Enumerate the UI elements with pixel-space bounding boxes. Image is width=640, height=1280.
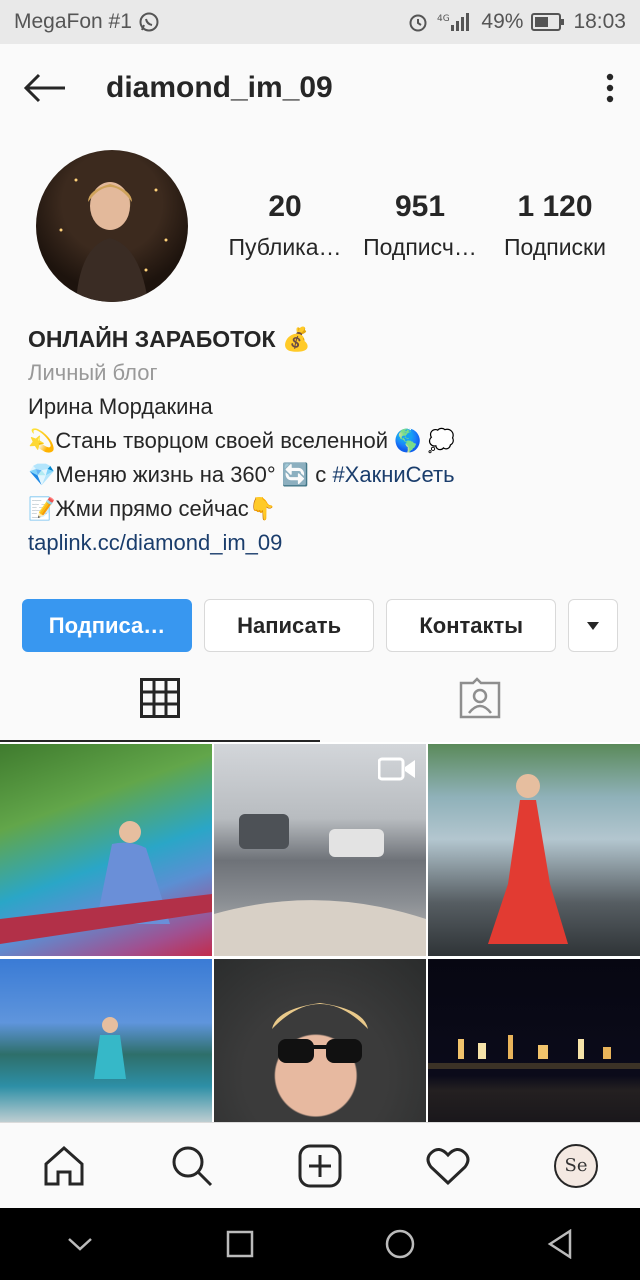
- battery-icon: [531, 12, 565, 32]
- bio-name: Ирина Мордакина: [28, 394, 213, 419]
- back-button[interactable]: [0, 44, 90, 132]
- grid-icon: [140, 678, 180, 718]
- bio-hashtag[interactable]: #ХакниСеть: [332, 462, 454, 487]
- posts-grid: [0, 744, 640, 1171]
- home-icon: [44, 1145, 84, 1185]
- followers-label: Подписч…: [363, 234, 477, 260]
- bio-line-1: 💫Стань творцом своей вселенной 🌎 💭: [28, 428, 456, 453]
- signal-icon: 4G: [437, 11, 473, 33]
- clock: 18:03: [573, 10, 626, 33]
- bio-line-2: 💎Меняю жизнь на 360° 🔄 с #ХакниСеть: [28, 458, 618, 492]
- posts-count: 20: [268, 190, 302, 223]
- post-thumbnail[interactable]: [428, 744, 640, 956]
- follow-button[interactable]: Подписа…: [22, 599, 193, 652]
- bio-category: Личный блог: [28, 360, 158, 385]
- back-arrow-icon: [23, 73, 65, 103]
- bio-website-link[interactable]: taplink.cc/diamond_im_09: [28, 526, 618, 560]
- view-tabs: [0, 654, 640, 742]
- post-thumbnail[interactable]: [0, 744, 212, 956]
- tab-tagged[interactable]: [320, 654, 640, 742]
- bio-line-2-text: 💎Меняю жизнь на 360° 🔄 с: [28, 462, 333, 487]
- nav-activity[interactable]: [398, 1123, 498, 1209]
- bio-title: ОНЛАЙН ЗАРАБОТОК 💰: [28, 326, 311, 352]
- posts-label: Публика…: [228, 234, 342, 260]
- circle-icon: [385, 1229, 415, 1259]
- svg-text:4G: 4G: [437, 14, 450, 24]
- whatsapp-icon: [138, 11, 160, 33]
- system-recents-button[interactable]: [190, 1208, 290, 1280]
- following-stat[interactable]: 1 120 Подписки: [490, 190, 620, 261]
- alarm-icon: [407, 11, 429, 33]
- status-bar: MegaFon #1 4G 49% 18:03: [0, 0, 640, 44]
- more-vertical-icon: [606, 73, 614, 103]
- nav-profile[interactable]: Se: [526, 1123, 626, 1209]
- profile-stats: 20 Публика… 951 Подписч… 1 120 Подписки: [220, 190, 620, 261]
- profile-avatar[interactable]: [36, 150, 188, 302]
- system-back-button[interactable]: [510, 1208, 610, 1280]
- bottom-navigation: Se: [0, 1122, 640, 1208]
- heart-icon: [426, 1147, 470, 1185]
- following-count: 1 120: [517, 190, 593, 223]
- profile-actions: Подписа… Написать Контакты: [22, 599, 618, 652]
- nav-new-post[interactable]: [270, 1123, 370, 1209]
- caret-down-icon: [587, 621, 600, 630]
- battery-percent: 49%: [481, 10, 524, 33]
- followers-count: 951: [394, 190, 446, 223]
- triangle-back-icon: [547, 1229, 572, 1259]
- posts-stat[interactable]: 20 Публика…: [220, 190, 350, 261]
- bio-line-3: 📝Жми прямо сейчас👇: [28, 496, 277, 521]
- add-post-icon: [298, 1144, 342, 1187]
- profile-bio: ОНЛАЙН ЗАРАБОТОК 💰 Личный блог Ирина Мор…: [28, 322, 618, 560]
- video-icon: [377, 756, 416, 787]
- system-navigation: [0, 1208, 640, 1280]
- square-icon: [226, 1230, 254, 1258]
- followers-stat[interactable]: 951 Подписч…: [355, 190, 485, 261]
- tagged-person-icon: [459, 677, 501, 719]
- message-button[interactable]: Написать: [204, 599, 375, 652]
- following-label: Подписки: [504, 234, 606, 260]
- profile-area: 20 Публика… 951 Подписч… 1 120 Подписки …: [0, 132, 640, 742]
- contacts-button[interactable]: Контакты: [386, 599, 557, 652]
- system-hide-keyboard-button[interactable]: [30, 1208, 130, 1280]
- system-home-button[interactable]: [350, 1208, 450, 1280]
- nav-home[interactable]: [14, 1123, 114, 1209]
- post-thumbnail[interactable]: [214, 744, 426, 956]
- profile-avatar-small: Se: [554, 1143, 598, 1188]
- profile-header: diamond_im_09: [0, 44, 640, 132]
- profile-username: diamond_im_09: [106, 71, 333, 104]
- more-options-button[interactable]: [580, 44, 640, 132]
- search-icon: [172, 1146, 213, 1186]
- chevron-down-icon: [68, 1238, 92, 1251]
- carrier-label: MegaFon #1: [14, 10, 132, 33]
- nav-search[interactable]: [142, 1123, 242, 1209]
- tab-grid[interactable]: [0, 654, 320, 742]
- suggestions-dropdown-button[interactable]: [568, 599, 618, 652]
